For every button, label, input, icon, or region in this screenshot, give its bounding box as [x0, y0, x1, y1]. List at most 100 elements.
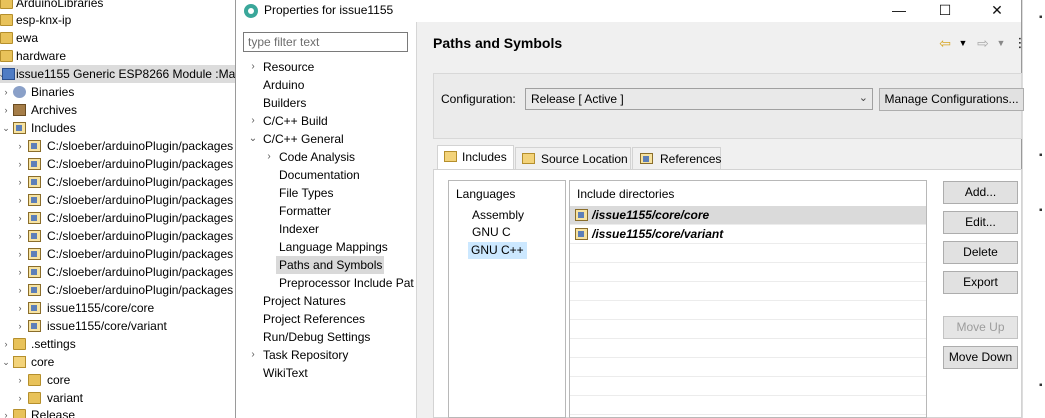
export-button[interactable]: Export: [943, 271, 1018, 294]
nav-item-resource[interactable]: › Resource: [236, 58, 416, 76]
back-menu-chevron-icon[interactable]: ▼: [954, 34, 972, 52]
tree-item-include[interactable]: › C:/sloeber/arduinoPlugin/packages: [0, 155, 236, 173]
nav-item-run-debug-settings[interactable]: Run/Debug Settings: [236, 328, 416, 346]
delete-button[interactable]: Delete: [943, 241, 1018, 264]
languages-list[interactable]: Languages Assembly GNU C GNU C++: [448, 180, 566, 418]
chevron-down-icon[interactable]: ⌄: [248, 130, 258, 148]
nav-item-code-analysis[interactable]: › Code Analysis: [236, 148, 416, 166]
tree-item[interactable]: ⌄ core: [0, 353, 236, 371]
chevron-right-icon[interactable]: ›: [2, 101, 10, 119]
nav-item-wikitext[interactable]: WikiText: [236, 364, 416, 382]
tree-item[interactable]: esp-knx-ip: [0, 11, 236, 29]
tree-item-include[interactable]: › C:/sloeber/arduinoPlugin/packages: [0, 137, 236, 155]
tree-item-include[interactable]: › issue1155/core/core: [0, 299, 236, 317]
forward-menu-chevron-icon[interactable]: ▼: [992, 34, 1010, 52]
title-bar[interactable]: Properties for issue1155 ☐ — ✕: [236, 0, 1021, 22]
nav-item-indexer[interactable]: Indexer: [236, 220, 416, 238]
nav-item-cc-build[interactable]: › C/C++ Build: [236, 112, 416, 130]
tab-includes[interactable]: Includes: [437, 145, 514, 170]
include-folder-icon: [28, 140, 41, 152]
tree-item-include[interactable]: › C:/sloeber/arduinoPlugin/packages: [0, 263, 236, 281]
chevron-right-icon[interactable]: ›: [16, 263, 24, 281]
tree-item-include[interactable]: › C:/sloeber/arduinoPlugin/packages: [0, 227, 236, 245]
chevron-right-icon[interactable]: ›: [16, 299, 24, 317]
manage-configurations-button[interactable]: Manage Configurations...: [879, 88, 1024, 111]
configuration-select[interactable]: Release [ Active ] ⌄: [525, 88, 873, 110]
nav-item-formatter[interactable]: Formatter: [236, 202, 416, 220]
chevron-right-icon[interactable]: ›: [2, 335, 10, 353]
folder-icon: [0, 50, 13, 62]
tree-item[interactable]: › Binaries: [0, 83, 236, 101]
tab-source-location[interactable]: Source Location: [515, 147, 631, 169]
chevron-right-icon[interactable]: ›: [16, 245, 24, 263]
chevron-right-icon[interactable]: ›: [2, 83, 10, 101]
include-directories-table[interactable]: Include directories /issue1155/core/core…: [569, 180, 927, 418]
tree-item-include[interactable]: › C:/sloeber/arduinoPlugin/packages: [0, 209, 236, 227]
chevron-right-icon[interactable]: ›: [16, 191, 24, 209]
table-row[interactable]: /issue1155/core/variant: [570, 225, 926, 244]
tree-item[interactable]: ⌄ Includes: [0, 119, 236, 137]
chevron-right-icon[interactable]: ›: [248, 112, 258, 130]
language-item-assembly[interactable]: Assembly: [469, 207, 527, 224]
language-item-gnu-c[interactable]: GNU C: [469, 224, 514, 241]
forward-arrow-icon[interactable]: ⇨: [974, 34, 992, 52]
move-up-button[interactable]: Move Up: [943, 316, 1018, 339]
project-explorer: ArduinoLibraries esp-knx-ip ewa hardware…: [0, 0, 236, 418]
tree-item-include[interactable]: › C:/sloeber/arduinoPlugin/packages: [0, 245, 236, 263]
tree-item[interactable]: › .settings: [0, 335, 236, 353]
nav-item-cc-general[interactable]: ⌄ C/C++ General: [236, 130, 416, 148]
chevron-right-icon[interactable]: ›: [16, 173, 24, 191]
move-down-button[interactable]: Move Down: [943, 346, 1018, 369]
nav-item-file-types[interactable]: File Types: [236, 184, 416, 202]
chevron-right-icon[interactable]: ›: [16, 371, 24, 389]
tree-item[interactable]: › core: [0, 371, 236, 389]
edit-button[interactable]: Edit...: [943, 211, 1018, 234]
chevron-right-icon[interactable]: ›: [16, 209, 24, 227]
close-button[interactable]: ✕: [974, 0, 1020, 22]
tree-item-include[interactable]: › C:/sloeber/arduinoPlugin/packages: [0, 191, 236, 209]
tab-references[interactable]: References: [632, 147, 721, 169]
tree-item[interactable]: › variant: [0, 389, 236, 407]
add-button[interactable]: Add...: [943, 181, 1018, 204]
chevron-right-icon[interactable]: ›: [16, 155, 24, 173]
nav-item-paths-and-symbols[interactable]: Paths and Symbols: [276, 256, 384, 274]
tree-item[interactable]: › Release: [0, 406, 236, 418]
tree-item[interactable]: › Archives: [0, 101, 236, 119]
tree-item[interactable]: hardware: [0, 47, 236, 65]
chevron-right-icon[interactable]: ›: [16, 281, 24, 299]
folder-icon: [28, 392, 41, 404]
filter-input[interactable]: [243, 32, 408, 52]
view-menu-icon[interactable]: ⋮: [1011, 34, 1029, 52]
chevron-right-icon[interactable]: ›: [16, 227, 24, 245]
nav-item-task-repository[interactable]: › Task Repository: [236, 346, 416, 364]
nav-item-preprocessor-include-paths[interactable]: Preprocessor Include Pat: [236, 274, 416, 292]
chevron-right-icon[interactable]: ›: [264, 148, 274, 166]
back-arrow-icon[interactable]: ⇦: [936, 34, 954, 52]
folder-open-icon: [13, 356, 26, 368]
table-row: [570, 377, 926, 396]
table-row[interactable]: /issue1155/core/core: [570, 206, 926, 225]
nav-item-builders[interactable]: Builders: [236, 94, 416, 112]
chevron-right-icon[interactable]: ›: [248, 346, 258, 364]
nav-item-language-mappings[interactable]: Language Mappings: [236, 238, 416, 256]
tree-item[interactable]: ewa: [0, 29, 236, 47]
chevron-right-icon[interactable]: ›: [2, 406, 10, 418]
minimize-button[interactable]: —: [876, 0, 922, 22]
nav-item-arduino[interactable]: Arduino: [236, 76, 416, 94]
chevron-right-icon[interactable]: ›: [16, 137, 24, 155]
chevron-right-icon[interactable]: ›: [16, 389, 24, 407]
chevron-down-icon[interactable]: ⌄: [2, 353, 10, 371]
language-item-gnu-cpp[interactable]: GNU C++: [468, 242, 527, 259]
maximize-button[interactable]: ☐: [922, 0, 968, 22]
nav-item-project-references[interactable]: Project References: [236, 310, 416, 328]
tree-item-include[interactable]: › issue1155/core/variant: [0, 317, 236, 335]
chevron-down-icon[interactable]: ⌄: [2, 119, 10, 137]
tree-item-project[interactable]: ⌄ issue1155 Generic ESP8266 Module :Marv…: [0, 65, 236, 83]
folder-icon: [0, 0, 13, 9]
chevron-right-icon[interactable]: ›: [16, 317, 24, 335]
nav-item-project-natures[interactable]: Project Natures: [236, 292, 416, 310]
chevron-right-icon[interactable]: ›: [248, 58, 258, 76]
tree-item-include[interactable]: › C:/sloeber/arduinoPlugin/packages: [0, 281, 236, 299]
nav-item-documentation[interactable]: Documentation: [236, 166, 416, 184]
tree-item-include[interactable]: › C:/sloeber/arduinoPlugin/packages: [0, 173, 236, 191]
